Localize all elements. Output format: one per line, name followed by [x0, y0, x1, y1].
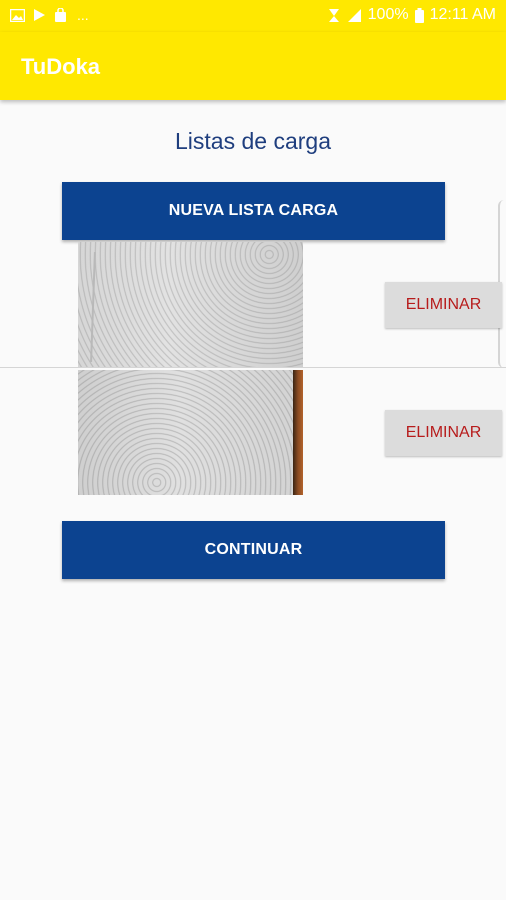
app-title: TuDoka [21, 54, 101, 79]
status-bar: ... 100% 12:11 AM [0, 0, 506, 32]
app-bar: TuDoka [0, 32, 506, 100]
signal-icon [347, 9, 361, 22]
notification-icons: ... [10, 8, 89, 22]
battery-icon [414, 7, 424, 23]
delete-button[interactable]: ELIMINAR [385, 282, 502, 328]
load-list-photo[interactable] [78, 242, 303, 367]
clock: 12:11 AM [429, 6, 496, 23]
photo-frame-edge [293, 370, 303, 495]
continue-button[interactable]: CONTINUAR [62, 521, 445, 579]
alarm-icon [328, 9, 339, 22]
load-list-photo[interactable] [78, 370, 303, 495]
overflow-dots: ... [77, 7, 89, 23]
page-title: Listas de carga [175, 128, 331, 154]
image-icon [10, 8, 25, 22]
system-status: 100% 12:11 AM [327, 6, 496, 24]
battery-percent: 100% [367, 6, 409, 23]
delete-button[interactable]: ELIMINAR [385, 410, 502, 456]
new-load-list-button[interactable]: NUEVA LISTA CARGA [62, 182, 445, 240]
list-divider [0, 367, 506, 368]
bag-icon [55, 8, 66, 22]
play-store-icon [34, 9, 45, 21]
photo-edge [90, 251, 96, 363]
